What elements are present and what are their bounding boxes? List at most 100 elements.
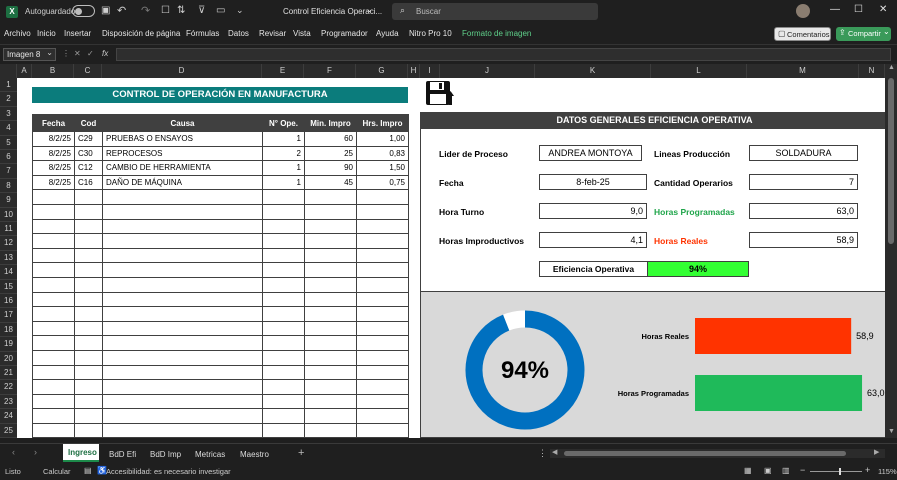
scroll-down-icon[interactable]: ▼	[888, 428, 895, 435]
table-cell[interactable]	[356, 408, 409, 424]
table-cell[interactable]	[102, 335, 263, 351]
table-cell[interactable]	[304, 189, 357, 205]
row-header[interactable]: 9	[0, 193, 17, 208]
close-icon[interactable]: ✕	[879, 4, 887, 15]
table-cell[interactable]	[262, 233, 305, 249]
eficiencia-value[interactable]: 94%	[647, 261, 749, 277]
row-header[interactable]: 18	[0, 323, 17, 338]
more-sheets-icon[interactable]: ⋮	[538, 448, 547, 459]
menu-inicio[interactable]: Inicio	[37, 29, 56, 38]
row-header[interactable]: 12	[0, 236, 17, 251]
donut-slice[interactable]	[503, 310, 526, 331]
table-cell[interactable]	[304, 349, 357, 366]
table-cell[interactable]	[74, 379, 103, 395]
tab-next-icon[interactable]: ›	[34, 447, 37, 457]
horizontal-scrollbar[interactable]: ◀ ▶	[550, 449, 885, 458]
row-header[interactable]: 2	[0, 92, 17, 107]
table-cell[interactable]	[304, 422, 357, 438]
table-cell[interactable]	[262, 262, 305, 278]
table-cell[interactable]	[304, 233, 357, 249]
table-cell[interactable]	[262, 247, 305, 264]
table-cell[interactable]	[102, 203, 263, 220]
table-cell[interactable]: 60	[304, 131, 357, 147]
table-cell[interactable]: 1	[262, 160, 305, 176]
table-cell[interactable]	[32, 335, 75, 351]
table-cell[interactable]	[356, 393, 409, 410]
table-cell[interactable]	[304, 320, 357, 337]
row-header[interactable]: 5	[0, 136, 17, 150]
table-cell[interactable]	[356, 262, 409, 278]
table-cell[interactable]	[304, 408, 357, 424]
hscroll-left-icon[interactable]: ◀	[552, 448, 557, 456]
menu-datos[interactable]: Datos	[228, 29, 249, 38]
hora-turno-value[interactable]: 9,0	[539, 203, 647, 219]
comments-button[interactable]: ▢ Comentarios	[774, 27, 831, 41]
zoom-slider[interactable]	[810, 468, 862, 475]
table-cell[interactable]	[32, 379, 75, 395]
table-cell[interactable]	[74, 306, 103, 322]
row-header[interactable]: 10	[0, 208, 17, 222]
table-cell[interactable]: DAÑO DE MÁQUINA	[102, 174, 263, 191]
table-cell[interactable]: 0,75	[356, 174, 409, 191]
menu-revisar[interactable]: Revisar	[259, 29, 286, 38]
menu-vista[interactable]: Vista	[293, 29, 311, 38]
autosave-toggle[interactable]	[72, 5, 95, 17]
col-header-m[interactable]: M	[747, 64, 859, 78]
table-cell[interactable]	[102, 379, 263, 395]
row-header[interactable]: 4	[0, 121, 17, 136]
fx-icon[interactable]: fx	[102, 49, 108, 58]
cancel-icon[interactable]: ✕	[74, 49, 81, 58]
view-pagebreak-icon[interactable]: ▥	[782, 466, 790, 475]
table-cell[interactable]: 8/2/25	[32, 174, 75, 191]
menu-disposicion[interactable]: Disposición de página	[102, 29, 180, 38]
screen-icon[interactable]: ▭	[216, 5, 225, 16]
table-cell[interactable]	[32, 233, 75, 249]
table-cell[interactable]	[102, 247, 263, 264]
row-header[interactable]: 7	[0, 164, 17, 179]
table-cell[interactable]	[262, 320, 305, 337]
table-cell[interactable]	[356, 218, 409, 235]
table-cell[interactable]	[74, 408, 103, 424]
chevron-down-icon[interactable]: ⌄	[366, 5, 373, 14]
table-cell[interactable]	[74, 203, 103, 220]
table-cell[interactable]	[262, 408, 305, 424]
table-cell[interactable]: 1,50	[356, 160, 409, 176]
table-cell[interactable]	[304, 291, 357, 308]
table-cell[interactable]	[262, 349, 305, 366]
row-header[interactable]: 15	[0, 280, 17, 294]
table-cell[interactable]	[102, 422, 263, 438]
bar[interactable]	[695, 318, 852, 354]
table-cell[interactable]	[304, 262, 357, 278]
table-cell[interactable]	[304, 364, 357, 381]
table-cell[interactable]	[356, 364, 409, 381]
scroll-up-icon[interactable]: ▲	[888, 64, 895, 71]
share-button[interactable]: ⇪ Compartir ⌄	[836, 27, 891, 41]
status-accessibility[interactable]: Accesibilidad: es necesario investigar	[106, 467, 231, 476]
enter-icon[interactable]: ✓	[87, 49, 94, 58]
table-cell[interactable]	[74, 422, 103, 438]
hours-bar-chart[interactable]: Horas Reales 58,9 Horas Programadas 63,0	[592, 303, 885, 433]
tab-prev-icon[interactable]: ‹	[12, 447, 15, 457]
tab-metricas[interactable]: Metricas	[195, 450, 225, 459]
table-cell[interactable]	[32, 276, 75, 293]
table-cell[interactable]	[102, 262, 263, 278]
col-header-c[interactable]: C	[74, 64, 102, 78]
table-cell[interactable]	[262, 203, 305, 220]
table-cell[interactable]	[356, 320, 409, 337]
table-cell[interactable]	[304, 218, 357, 235]
table-cell[interactable]	[74, 233, 103, 249]
zoom-in-icon[interactable]: +	[865, 465, 870, 475]
menu-formulas[interactable]: Fórmulas	[186, 29, 219, 38]
hscroll-thumb[interactable]	[564, 451, 846, 456]
minimize-icon[interactable]: —	[830, 4, 840, 15]
zoom-out-icon[interactable]: −	[800, 465, 805, 475]
table-cell[interactable]	[32, 218, 75, 235]
menu-formato-imagen[interactable]: Formato de imagen	[462, 29, 531, 38]
row-header[interactable]: 22	[0, 380, 17, 395]
table-cell[interactable]	[304, 276, 357, 293]
table-cell[interactable]	[32, 408, 75, 424]
col-header-n[interactable]: N	[859, 64, 885, 78]
col-header-k[interactable]: K	[535, 64, 651, 78]
table-cell[interactable]	[32, 291, 75, 308]
table-cell[interactable]	[102, 349, 263, 366]
